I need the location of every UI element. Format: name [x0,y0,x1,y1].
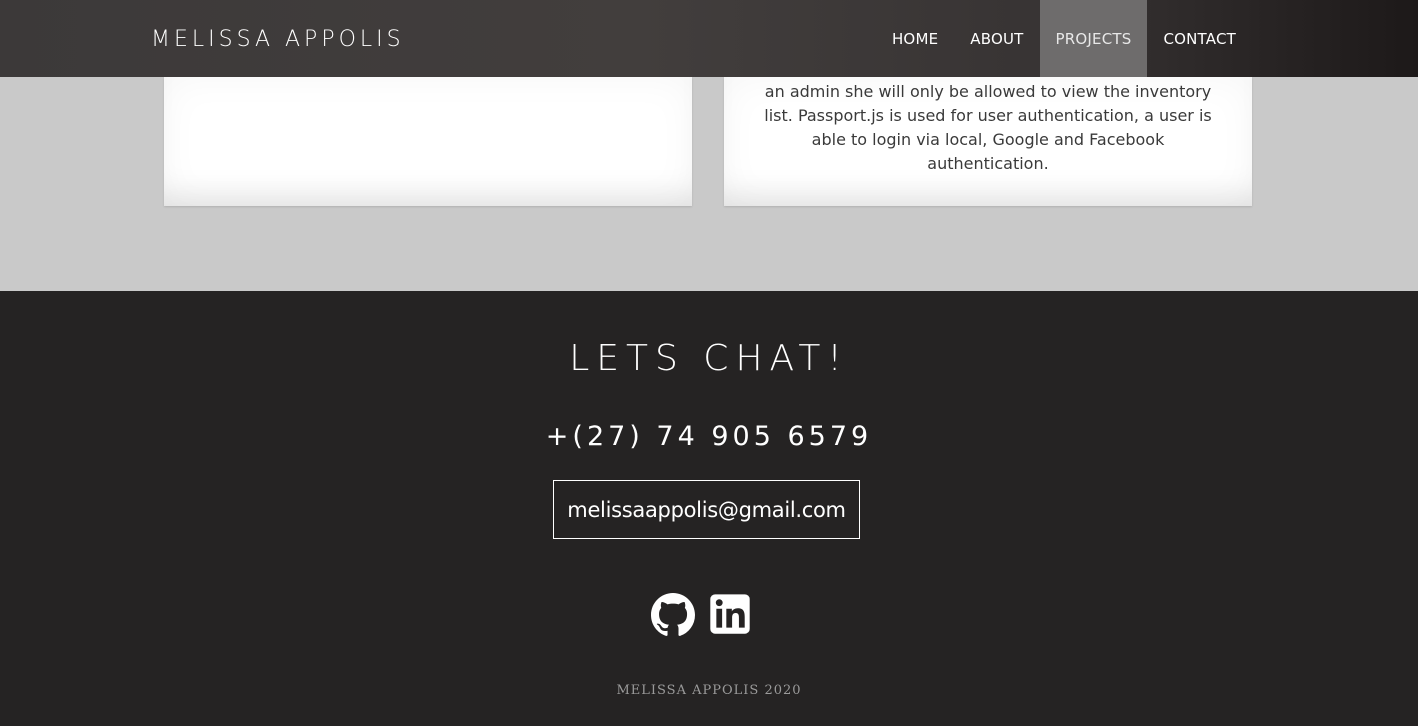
top-navbar: MELISSA APPOLIS HOME ABOUT PROJECTS CONT… [0,0,1418,77]
copyright-text: MELISSA APPOLIS 2020 [616,683,802,698]
contact-footer: LETS CHAT! +(27) 74 905 6579 melissaappo… [0,291,1418,726]
linkedin-icon[interactable] [709,593,751,635]
project-card[interactable] [164,77,692,206]
nav-about[interactable]: ABOUT [954,0,1039,77]
nav-projects[interactable]: PROJECTS [1039,0,1148,77]
nav-home[interactable]: HOME [876,0,954,77]
project-description: an admin she will only be allowed to vie… [754,80,1222,176]
description-line: authentication. [927,154,1049,173]
projects-section: an admin she will only be allowed to vie… [0,77,1418,291]
social-links [651,593,751,637]
github-icon[interactable] [651,593,695,637]
description-line: able to login via local, Google and Face… [811,130,1165,149]
main-nav: HOME ABOUT PROJECTS CONTACT [876,0,1252,77]
site-brand[interactable]: MELISSA APPOLIS [151,27,405,52]
contact-heading: LETS CHAT! [569,338,849,379]
description-line: an admin she will only be allowed to vie… [764,82,1212,101]
email-address: melissaappolis@gmail.com [567,497,846,522]
description-line: list. Passport.js is used for user authe… [764,106,1212,125]
phone-number: +(27) 74 905 6579 [545,421,873,452]
nav-contact[interactable]: CONTACT [1147,0,1252,77]
email-button[interactable]: melissaappolis@gmail.com [553,480,860,539]
project-card[interactable]: an admin she will only be allowed to vie… [724,77,1252,206]
